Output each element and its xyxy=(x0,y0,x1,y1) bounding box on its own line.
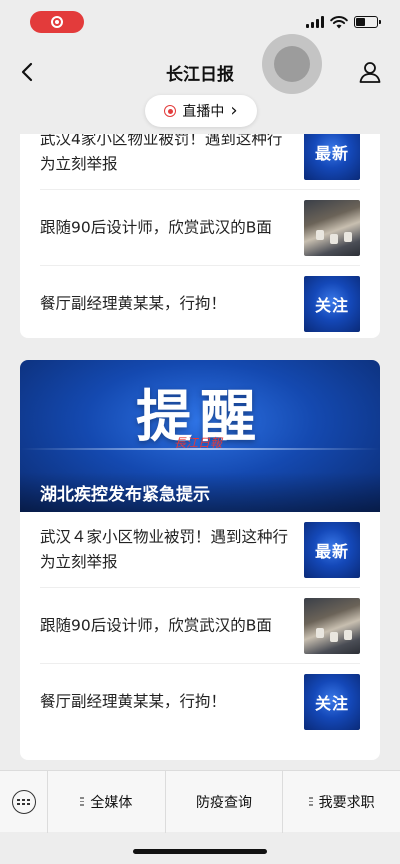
thumbnail-label: 关注 xyxy=(314,694,349,713)
news-title: 跟随90后设计师，欣赏武汉的B面 xyxy=(40,218,272,236)
news-thumbnail: 最新 xyxy=(304,522,360,578)
thumbnail-label: 最新 xyxy=(314,144,349,163)
nav-bar: 长江日报 xyxy=(0,44,400,100)
keyboard-toggle-button[interactable] xyxy=(0,770,48,833)
home-indicator[interactable] xyxy=(133,849,267,854)
submenu-icon xyxy=(80,797,85,806)
news-title: 餐厅副经理黄某某，行拘！ xyxy=(40,692,227,711)
back-arrow-icon[interactable] xyxy=(14,58,42,86)
news-item[interactable]: 餐厅副经理黄某某，行拘！ 关注 xyxy=(40,266,360,338)
banner-caption: 湖北疾控发布紧急提示 xyxy=(20,472,380,512)
live-label: 直播中 xyxy=(182,104,225,120)
news-card: 提醒 長江日報 湖北疾控发布紧急提示 武汉４家小区物业被罚！遇到这种行为立刻举报… xyxy=(20,360,380,760)
status-bar xyxy=(0,0,400,44)
menu-item-epidemic-query[interactable]: 防疫查询 xyxy=(166,770,284,833)
menu-item-label: 我要求职 xyxy=(318,794,375,811)
news-title: 武汉４家小区物业被罚！遇到这种行为立刻举报 xyxy=(40,527,289,571)
newspaper-logo: 長江日報 xyxy=(174,436,223,450)
news-thumbnail: 最新 xyxy=(304,134,360,180)
headline-banner[interactable]: 提醒 長江日報 湖北疾控发布紧急提示 xyxy=(20,360,380,512)
menu-item-label: 防疫查询 xyxy=(196,794,252,811)
live-record-icon xyxy=(164,105,177,117)
keyboard-icon xyxy=(11,789,36,814)
status-icons xyxy=(306,15,381,29)
record-icon xyxy=(51,16,63,28)
thumbnail-label: 关注 xyxy=(314,296,349,315)
news-item[interactable]: 武汉４家小区物业被罚！遇到这种行为立刻举报 最新 xyxy=(40,512,360,588)
thumbnail-label: 最新 xyxy=(314,542,349,561)
menu-item-all-media[interactable]: 全媒体 xyxy=(48,770,166,833)
battery-icon xyxy=(354,16,381,28)
submenu-icon xyxy=(308,797,313,806)
live-button[interactable]: 直播中 › xyxy=(145,95,257,127)
news-title: 餐厅副经理黄某某，行拘！ xyxy=(40,294,227,313)
touch-indicator xyxy=(262,34,322,94)
article-list[interactable]: 武汉4家小区物业被罚！遇到这种行为立刻举报 最新 跟随90后设计师，欣赏武汉的B… xyxy=(0,134,400,770)
news-thumbnail xyxy=(304,200,360,256)
news-item[interactable]: 跟随90后设计师，欣赏武汉的B面 xyxy=(40,588,360,664)
news-thumbnail xyxy=(304,598,360,654)
chevron-right-icon: › xyxy=(230,100,238,121)
news-item[interactable]: 跟随90后设计师，欣赏武汉的B面 xyxy=(40,190,360,266)
news-title: 跟随90后设计师，欣赏武汉的B面 xyxy=(40,616,272,634)
cellular-signal-icon xyxy=(306,16,324,28)
news-card: 武汉4家小区物业被罚！遇到这种行为立刻举报 最新 跟随90后设计师，欣赏武汉的B… xyxy=(20,134,380,338)
battery-level xyxy=(356,18,365,26)
news-item[interactable]: 餐厅副经理黄某某，行拘！ 关注 xyxy=(40,664,360,740)
menu-item-job-search[interactable]: 我要求职 xyxy=(283,771,400,833)
news-title: 武汉4家小区物业被罚！遇到这种行为立刻举报 xyxy=(40,134,283,173)
screen-recording-indicator[interactable] xyxy=(30,11,84,33)
news-item[interactable]: 武汉4家小区物业被罚！遇到这种行为立刻举报 最新 xyxy=(40,134,360,190)
news-thumbnail: 关注 xyxy=(304,674,360,730)
news-thumbnail: 关注 xyxy=(304,276,360,332)
bottom-menu: 全媒体 防疫查询 我要求职 xyxy=(0,770,400,833)
page-title: 长江日报 xyxy=(166,64,234,85)
menu-item-label: 全媒体 xyxy=(90,794,133,811)
wifi-icon xyxy=(330,15,348,28)
profile-icon[interactable] xyxy=(356,58,384,86)
